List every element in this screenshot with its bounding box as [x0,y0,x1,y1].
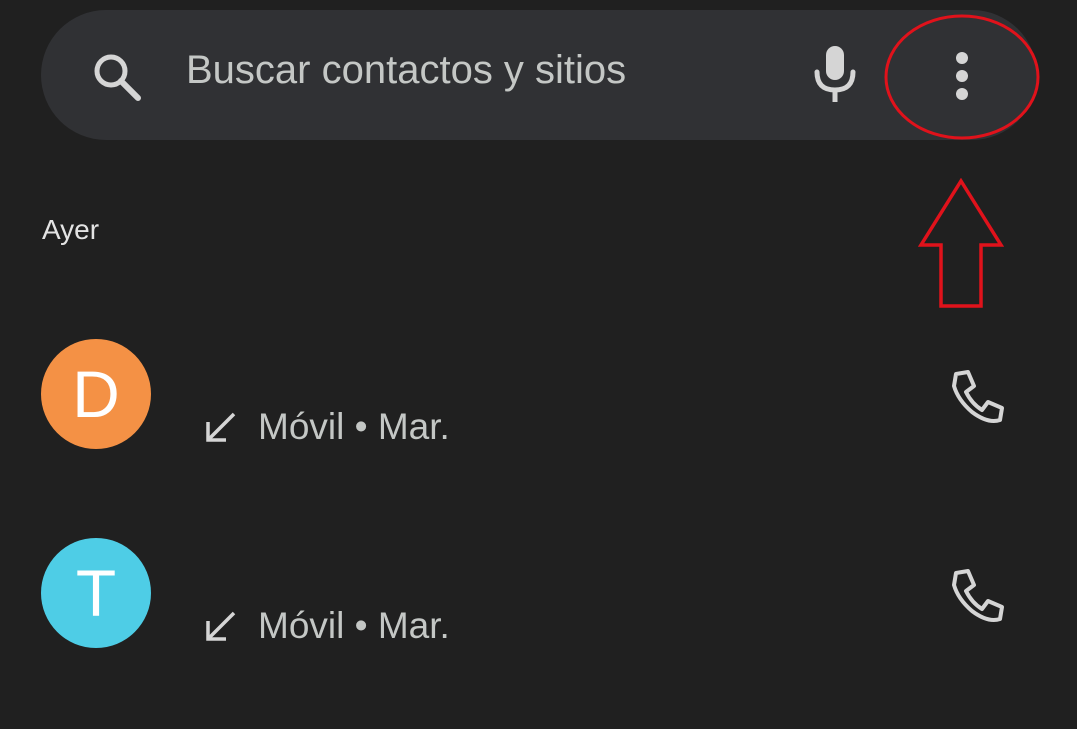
search-icon[interactable] [90,50,144,104]
phone-icon[interactable] [948,368,1006,426]
call-detail: Móvil • Mar. [258,406,450,447]
section-header-yesterday: Ayer [42,214,100,245]
call-log-row[interactable]: T Móvil • Mar. [0,519,1077,669]
avatar[interactable]: T [41,538,151,648]
up-arrow-annotation [918,178,1004,308]
avatar[interactable]: D [41,339,151,449]
phone-icon[interactable] [948,567,1006,625]
microphone-icon[interactable] [812,44,858,104]
incoming-call-arrow-icon [206,611,236,641]
incoming-call-arrow-icon [206,412,236,442]
search-input[interactable]: Buscar contactos y sitios [186,48,626,93]
call-log-row[interactable]: D Móvil • Mar. [0,320,1077,470]
highlight-ellipse-annotation [884,14,1040,140]
phone-app-recents-screen: { "search": { "placeholder": "Buscar con… [0,0,1077,729]
call-detail: Móvil • Mar. [258,605,450,646]
